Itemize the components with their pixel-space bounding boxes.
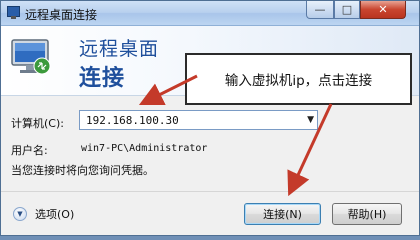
chevron-down-icon[interactable]: ▼ — [13, 207, 27, 221]
username-value: win7-PC\Administrator — [81, 143, 208, 154]
banner-title-line1: 远程桌面 — [79, 38, 160, 60]
close-button[interactable]: ✕ — [360, 1, 406, 19]
username-label: 用户名: — [11, 144, 48, 157]
title-bar[interactable]: 远程桌面连接 — □ ✕ — [1, 1, 419, 26]
help-button[interactable]: 帮助(H) — [332, 203, 402, 225]
maximize-button[interactable]: □ — [334, 1, 360, 19]
monitor-connection-icon — [11, 39, 51, 75]
options-toggle[interactable]: ▼ 选项(O) — [13, 206, 74, 222]
computer-value[interactable]: 192.168.100.30 — [86, 114, 179, 127]
remote-desktop-window: 远程桌面连接 — □ ✕ 远程桌面 连接 输入虚拟机ip，点击连接 计算机(C)… — [0, 0, 420, 236]
window-title: 远程桌面连接 — [25, 8, 98, 22]
options-label[interactable]: 选项(O) — [35, 206, 74, 222]
minimize-button[interactable]: — — [306, 1, 334, 19]
credentials-info: 当您连接时将向您询问凭据。 — [11, 164, 154, 177]
computer-label: 计算机(C): — [11, 117, 64, 130]
computer-combobox[interactable]: 192.168.100.30 ▼ — [79, 110, 318, 130]
divider — [1, 191, 419, 192]
remote-desktop-icon — [7, 6, 20, 19]
banner-title-line2: 连接 — [79, 66, 126, 91]
annotation-callout: 输入虚拟机ip，点击连接 — [185, 53, 412, 105]
connect-button[interactable]: 连接(N) — [244, 203, 321, 225]
caret-down-icon[interactable]: ▼ — [307, 115, 314, 125]
